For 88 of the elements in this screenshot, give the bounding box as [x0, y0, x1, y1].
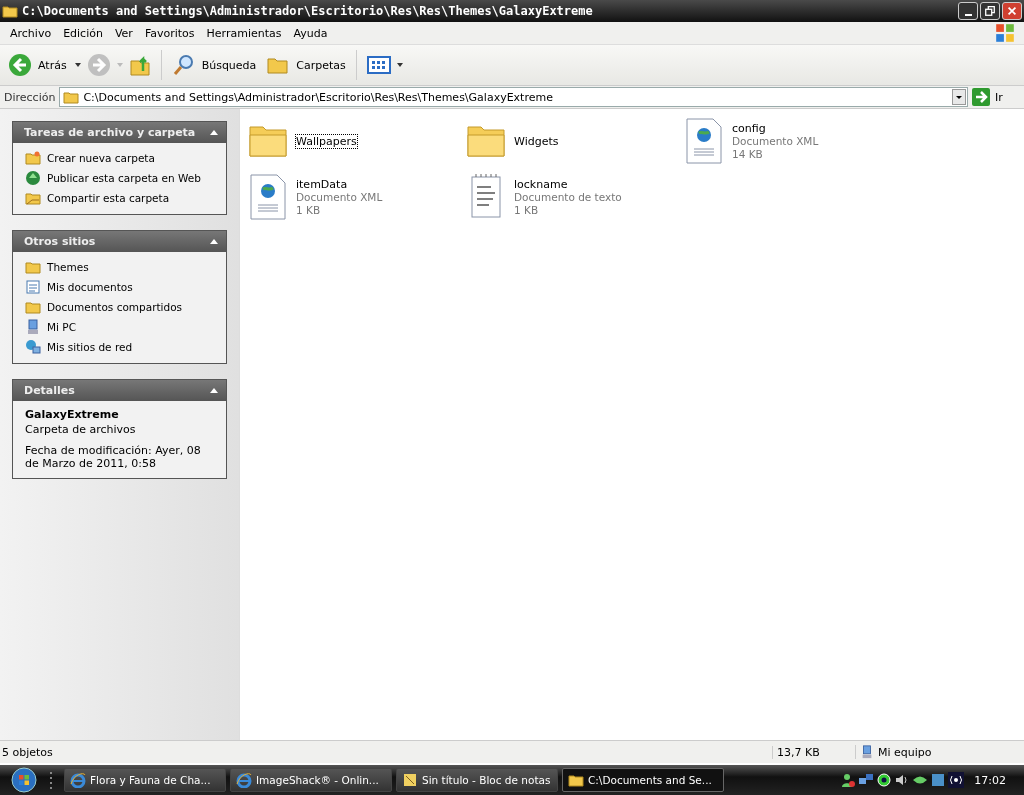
taskbar-button[interactable]: Sin título - Bloc de notas [396, 768, 558, 792]
file-size: 14 KB [732, 147, 764, 161]
task-link[interactable]: Compartir esta carpeta [47, 192, 170, 204]
file-name[interactable]: itemData [296, 177, 348, 191]
grid-icon [366, 53, 391, 77]
restore-button[interactable] [980, 2, 1000, 20]
menu-item[interactable]: Archivo [4, 26, 58, 40]
status-count: 5 objetos [1, 745, 54, 759]
task-link[interactable]: Documentos compartidos [47, 301, 183, 313]
address-field[interactable]: C:\Documents and Settings\Administrador\Escritorio\Res\Res\Themes\GalaxyExtreme [59, 87, 968, 107]
folder-icon [25, 259, 41, 275]
panel-header[interactable]: Otros sitios [13, 231, 226, 252]
file-type: Documento XML [732, 134, 819, 148]
task-link[interactable]: Mi PC [47, 321, 76, 333]
panel-title: Otros sitios [24, 235, 96, 248]
menu-item[interactable]: Favoritos [138, 26, 201, 40]
menu-item[interactable]: Herramientas [200, 26, 288, 40]
taskbar-button[interactable]: ImageShack® - Onlin... [230, 768, 392, 792]
minimize-button[interactable] [958, 2, 978, 20]
file-name[interactable]: Wallpapers [296, 134, 357, 148]
back-button[interactable]: Atrás [6, 51, 69, 79]
file-type: Documento de texto [514, 190, 622, 204]
browser-e-icon [70, 772, 86, 788]
caret-icon[interactable] [74, 63, 81, 67]
window-title: C:\Documents and Settings\Administrador\Escritorio\Res\Res\Themes\GalaxyExtreme [22, 4, 593, 18]
notepad-icon [402, 772, 418, 788]
file-name[interactable]: lockname [514, 177, 568, 191]
file-size: 1 KB [296, 203, 322, 217]
task-link[interactable]: Crear nueva carpeta [47, 152, 155, 164]
panel-title: Tareas de archivo y carpeta [24, 126, 196, 139]
collapse-icon[interactable] [210, 130, 218, 135]
browser-e-icon [236, 772, 252, 788]
folder-icon [63, 89, 80, 105]
detail-type: Carpeta de archivos [25, 423, 137, 436]
start-button[interactable] [8, 766, 40, 794]
taskbar-button[interactable]: C:\Documents and Se... [562, 768, 724, 792]
folder-icon [2, 3, 18, 19]
user-icon[interactable] [840, 772, 857, 788]
task-link[interactable]: Mis sitios de red [47, 341, 133, 353]
minimize-icon [964, 14, 972, 16]
collapse-icon[interactable] [210, 239, 218, 244]
flag-logo-icon [994, 22, 1016, 44]
task-link[interactable]: Themes [47, 261, 89, 273]
close-icon [1006, 5, 1018, 17]
computer-icon [860, 745, 874, 759]
arrow-right-icon [972, 88, 990, 106]
panel-header[interactable]: Detalles [13, 380, 226, 401]
restore-icon [984, 5, 996, 17]
menu-item[interactable]: Edición [57, 26, 109, 40]
globe-icon [25, 170, 41, 186]
file-name[interactable]: config [732, 121, 766, 135]
ring-icon[interactable] [876, 772, 893, 788]
folder-icon [25, 299, 41, 315]
network-icon [25, 339, 41, 355]
wireless-icon[interactable] [948, 772, 965, 788]
document-icon [25, 279, 41, 295]
file-size: 1 KB [514, 203, 540, 217]
panel-header[interactable]: Tareas de archivo y carpeta [13, 122, 226, 143]
xml-document-icon[interactable] [684, 117, 724, 165]
collapse-icon[interactable] [210, 388, 218, 393]
start-orb-icon [11, 767, 37, 793]
dropdown-icon[interactable] [952, 89, 966, 105]
menu-item[interactable]: Ver [108, 26, 139, 40]
go-button[interactable]: Ir [972, 88, 1020, 106]
task-link[interactable]: Publicar esta carpeta en Web [47, 172, 201, 184]
xml-document-icon[interactable] [248, 173, 288, 221]
panel-title: Detalles [24, 384, 75, 397]
caret-icon [396, 63, 403, 67]
grip-icon [50, 770, 54, 790]
folder-icon [25, 150, 41, 166]
taskbar-button[interactable]: Flora y Fauna de Cha... [64, 768, 226, 792]
computer-icon [25, 319, 41, 335]
task-link[interactable]: Mis documentos [47, 281, 133, 293]
search-icon [171, 53, 196, 77]
detail-name: GalaxyExtreme [25, 408, 120, 421]
detail-modified: Fecha de modificación: Ayer, 08 de Marzo de 2011, 0:58 [25, 444, 202, 470]
file-name[interactable]: Widgets [514, 134, 559, 148]
address-label: Dirección [4, 90, 56, 104]
status-size: 13,7 KB [772, 745, 855, 759]
search-button[interactable]: Búsqueda [169, 51, 259, 79]
menu-item[interactable]: Ayuda [287, 26, 334, 40]
clock: 17:02 [974, 773, 1006, 787]
status-zone: Mi equipo [878, 745, 932, 759]
file-type: Documento XML [296, 190, 383, 204]
close-button[interactable] [1002, 2, 1022, 20]
folder-icon [25, 190, 41, 206]
folders-button[interactable]: Carpetas [264, 51, 348, 79]
folder-icon [568, 772, 584, 788]
